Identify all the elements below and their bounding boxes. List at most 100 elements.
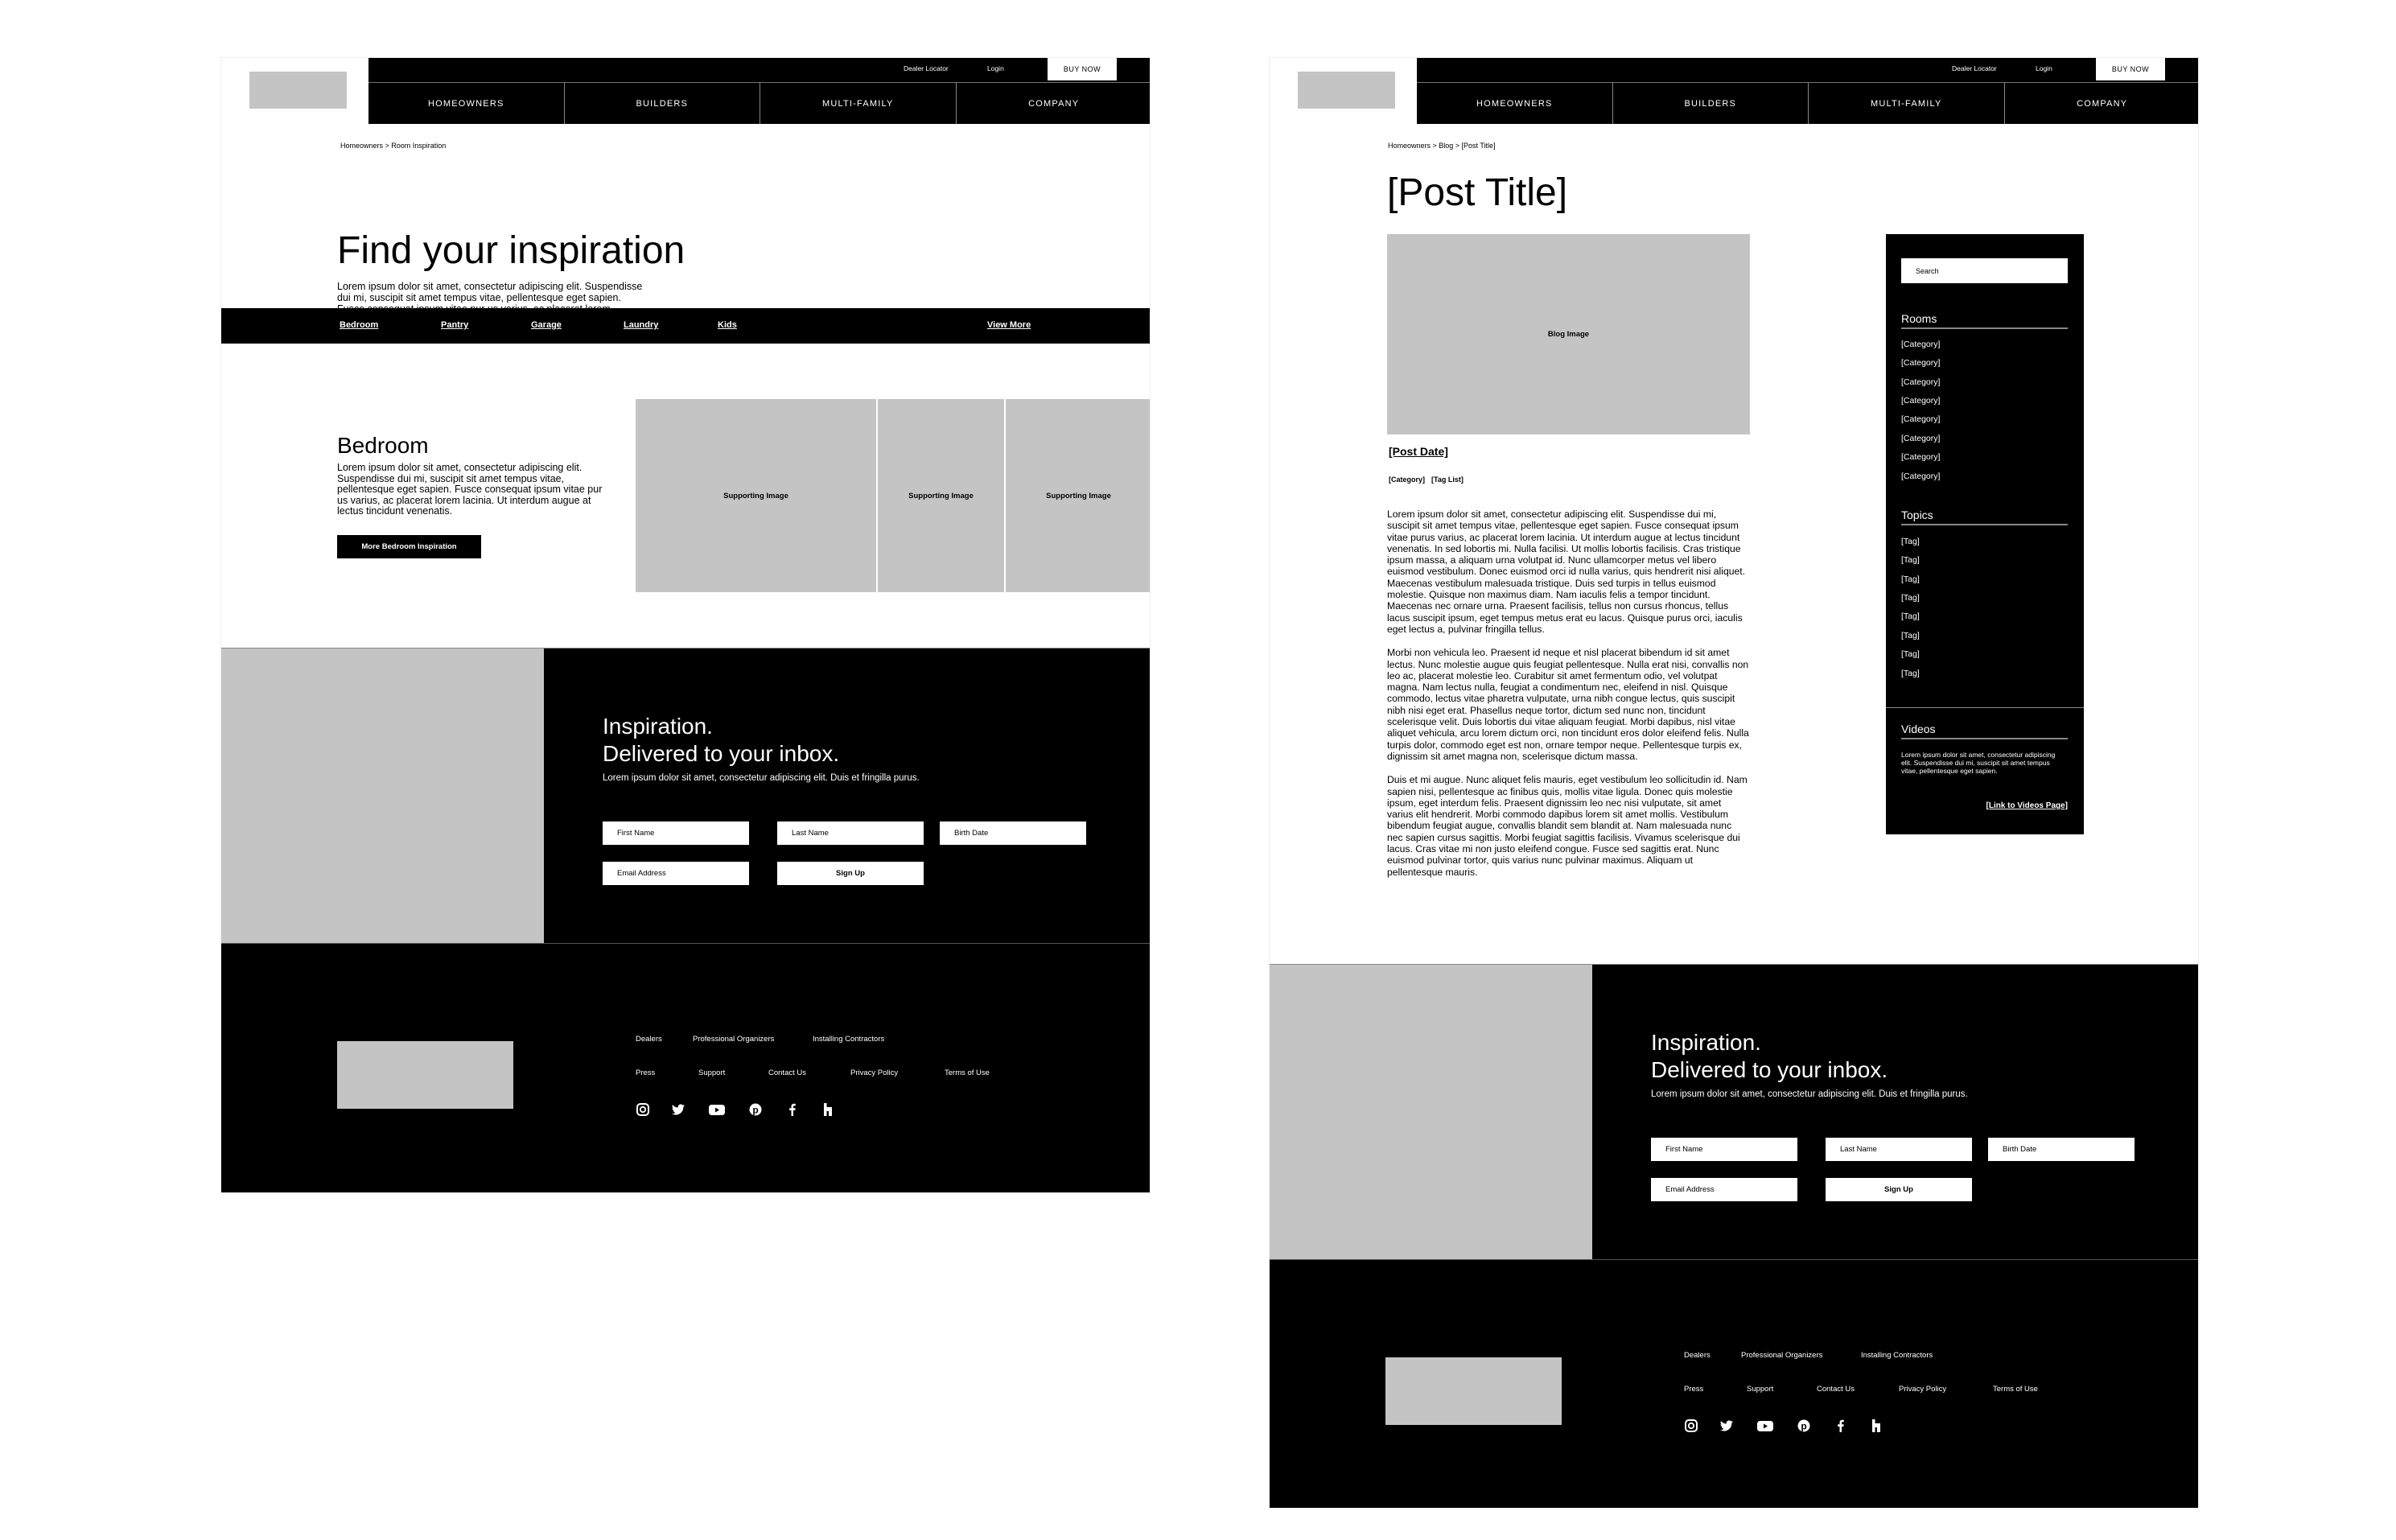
email-input[interactable]: Email Address: [603, 862, 749, 885]
email-input[interactable]: Email Address: [1651, 1178, 1797, 1201]
logo-placeholder[interactable]: [1298, 72, 1395, 109]
footer-logo-placeholder[interactable]: [337, 1041, 513, 1109]
facebook-icon[interactable]: [785, 1102, 800, 1117]
youtube-icon[interactable]: [1756, 1419, 1774, 1433]
first-name-input[interactable]: First Name: [603, 821, 749, 845]
footer-link-press[interactable]: Press: [1684, 1385, 1703, 1394]
room-category-link[interactable]: [Category]: [1901, 434, 1940, 443]
nav-builders[interactable]: BUILDERS: [563, 83, 760, 124]
pinterest-icon[interactable]: p: [748, 1102, 763, 1117]
nav-homeowners[interactable]: HOMEOWNERS: [1417, 83, 1612, 124]
room-category-link[interactable]: [Category]: [1901, 377, 1940, 387]
topic-tag-link[interactable]: [Tag]: [1901, 537, 1920, 546]
logo-placeholder[interactable]: [249, 72, 347, 109]
breadcrumb: Homeowners > Room Inspiration: [340, 142, 447, 150]
sign-up-button[interactable]: Sign Up: [777, 862, 924, 885]
buy-now-button[interactable]: BUY NOW: [2096, 58, 2165, 80]
sidebar-search-input[interactable]: Search: [1901, 258, 2068, 283]
videos-heading: Videos: [1901, 723, 2068, 739]
footer-link-professional-organizers[interactable]: Professional Organizers: [693, 1035, 774, 1044]
pinterest-icon[interactable]: p: [1797, 1419, 1811, 1433]
topic-tag-link[interactable]: [Tag]: [1901, 593, 1920, 603]
footer-link-dealers[interactable]: Dealers: [1684, 1351, 1711, 1360]
room-category-link[interactable]: [Category]: [1901, 414, 1940, 424]
videos-page-link[interactable]: [Link to Videos Page]: [1986, 801, 2069, 810]
blog-sidebar: Search Rooms [Category] [Category] [Cate…: [1886, 234, 2084, 834]
topic-tag-link[interactable]: [Tag]: [1901, 555, 1920, 565]
post-paragraph: Duis et mi augue. Nunc aliquet felis mau…: [1387, 774, 1748, 878]
category-kids[interactable]: Kids: [718, 320, 737, 330]
supporting-image: Supporting Image: [878, 399, 1004, 592]
footer-link-installing-contractors[interactable]: Installing Contractors: [813, 1035, 884, 1044]
videos-text: Lorem ipsum dolor sit amet, consectetur …: [1901, 751, 2056, 775]
post-tag-list[interactable]: [Tag List]: [1431, 476, 1464, 484]
login-link[interactable]: Login: [2036, 64, 2052, 72]
main-nav: HOMEOWNERS BUILDERS MULTI-FAMILY COMPANY: [368, 82, 1151, 124]
nav-company[interactable]: COMPANY: [2003, 83, 2199, 124]
topic-tag-link[interactable]: [Tag]: [1901, 611, 1920, 621]
footer-link-contact-us[interactable]: Contact Us: [1817, 1385, 1855, 1394]
supporting-image: Supporting Image: [1006, 399, 1150, 592]
supporting-image: Supporting Image: [636, 399, 876, 592]
topic-tag-link[interactable]: [Tag]: [1901, 631, 1920, 640]
footer-link-privacy-policy[interactable]: Privacy Policy: [850, 1069, 898, 1077]
houzz-icon[interactable]: [1869, 1419, 1883, 1433]
footer-link-privacy-policy[interactable]: Privacy Policy: [1899, 1385, 1946, 1394]
footer-link-support[interactable]: Support: [1747, 1385, 1773, 1394]
last-name-input[interactable]: Last Name: [1826, 1138, 1972, 1161]
youtube-icon[interactable]: [708, 1102, 726, 1117]
newsletter-title-line1: Inspiration.: [1651, 1030, 1761, 1055]
topic-tag-link[interactable]: [Tag]: [1901, 649, 1920, 659]
view-more-link[interactable]: View More: [987, 320, 1031, 330]
utility-bar: Dealer Locator Login BUY NOW: [368, 58, 1150, 80]
newsletter-title: Inspiration. Delivered to your inbox.: [603, 713, 839, 768]
footer-link-press[interactable]: Press: [636, 1069, 655, 1077]
topic-tag-link[interactable]: [Tag]: [1901, 669, 1920, 678]
dealer-locator-link[interactable]: Dealer Locator: [904, 64, 949, 72]
footer-link-support[interactable]: Support: [698, 1069, 725, 1077]
footer-link-contact-us[interactable]: Contact Us: [768, 1069, 806, 1077]
last-name-input[interactable]: Last Name: [777, 821, 924, 845]
nav-homeowners[interactable]: HOMEOWNERS: [368, 83, 564, 124]
nav-multi-family[interactable]: MULTI-FAMILY: [760, 83, 956, 124]
category-garage[interactable]: Garage: [531, 320, 562, 330]
category-pantry[interactable]: Pantry: [441, 320, 468, 330]
first-name-input[interactable]: First Name: [1651, 1138, 1797, 1161]
nav-company[interactable]: COMPANY: [955, 83, 1151, 124]
footer-link-dealers[interactable]: Dealers: [636, 1035, 662, 1044]
category-laundry[interactable]: Laundry: [624, 320, 658, 330]
room-category-link[interactable]: [Category]: [1901, 358, 1940, 368]
nav-multi-family[interactable]: MULTI-FAMILY: [1808, 83, 2004, 124]
twitter-icon[interactable]: [1719, 1419, 1734, 1433]
post-meta: [Category] [Tag List]: [1389, 476, 1470, 484]
newsletter-title-line2: Delivered to your inbox.: [1651, 1057, 1888, 1082]
houzz-icon[interactable]: [821, 1102, 835, 1117]
room-category-link[interactable]: [Category]: [1901, 452, 1940, 462]
footer-link-terms-of-use[interactable]: Terms of Use: [1993, 1385, 2038, 1394]
topic-tag-link[interactable]: [Tag]: [1901, 574, 1920, 584]
footer-link-installing-contractors[interactable]: Installing Contractors: [1861, 1351, 1933, 1360]
newsletter-image-placeholder: [221, 649, 544, 944]
facebook-icon[interactable]: [1834, 1419, 1848, 1433]
sign-up-button[interactable]: Sign Up: [1826, 1178, 1972, 1201]
room-category-link[interactable]: [Category]: [1901, 340, 1940, 349]
post-category[interactable]: [Category]: [1389, 476, 1425, 484]
more-bedroom-inspiration-button[interactable]: More Bedroom Inspiration: [337, 535, 481, 558]
birth-date-input[interactable]: Birth Date: [1988, 1138, 2135, 1161]
blog-image: Blog Image: [1387, 234, 1750, 434]
footer-logo-placeholder[interactable]: [1385, 1357, 1562, 1425]
room-category-link[interactable]: [Category]: [1901, 396, 1940, 406]
newsletter-section: Inspiration. Delivered to your inbox. Lor…: [1270, 964, 2198, 1260]
dealer-locator-link[interactable]: Dealer Locator: [1952, 64, 1997, 72]
instagram-icon[interactable]: [636, 1102, 650, 1117]
category-bedroom[interactable]: Bedroom: [340, 320, 378, 330]
buy-now-button[interactable]: BUY NOW: [1048, 58, 1117, 80]
room-category-link[interactable]: [Category]: [1901, 471, 1940, 481]
footer-link-professional-organizers[interactable]: Professional Organizers: [1741, 1351, 1822, 1360]
footer-link-terms-of-use[interactable]: Terms of Use: [945, 1069, 990, 1077]
instagram-icon[interactable]: [1684, 1419, 1698, 1433]
birth-date-input[interactable]: Birth Date: [940, 821, 1086, 845]
twitter-icon[interactable]: [671, 1102, 685, 1117]
login-link[interactable]: Login: [987, 64, 1004, 72]
nav-builders[interactable]: BUILDERS: [1612, 83, 1809, 124]
